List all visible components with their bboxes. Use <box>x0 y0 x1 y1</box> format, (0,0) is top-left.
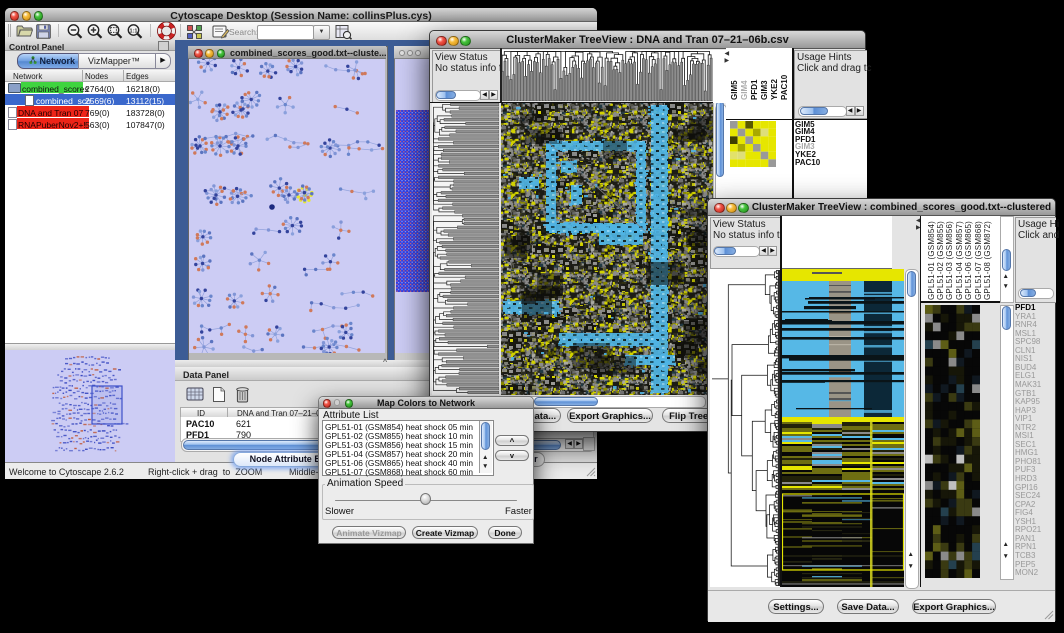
svg-text:1:1: 1:1 <box>130 28 138 34</box>
